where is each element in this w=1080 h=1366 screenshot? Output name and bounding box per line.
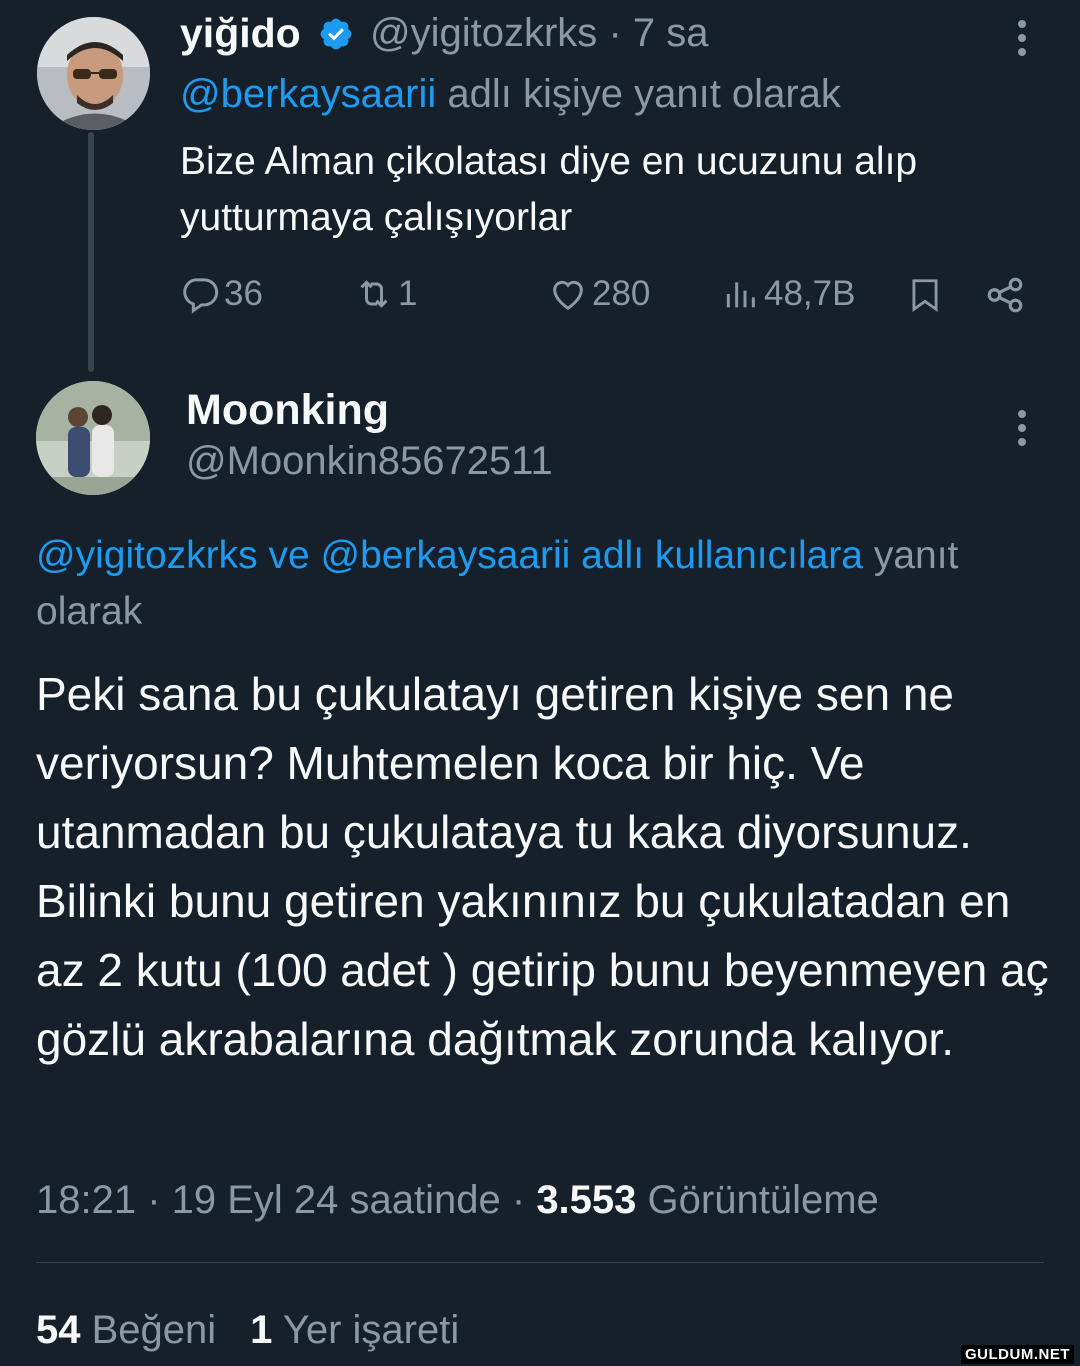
post-time: · 7 sa bbox=[608, 11, 709, 55]
view-count: 3.553 bbox=[536, 1178, 637, 1222]
reply-icon bbox=[183, 278, 219, 314]
share-icon[interactable] bbox=[984, 274, 1026, 316]
divider bbox=[36, 1262, 1044, 1263]
repost-count: 1 bbox=[398, 274, 418, 313]
mention-links[interactable]: @yigitozkrks ve @berkaysaarii adlı kulla… bbox=[36, 534, 863, 577]
author-handle[interactable]: @yigitozkrks bbox=[370, 11, 597, 55]
reply-context: @berkaysaarii adlı kişiye yanıt olarak bbox=[180, 70, 841, 118]
likes-stat[interactable]: 54 Beğeni bbox=[36, 1308, 216, 1352]
author-handle-time[interactable]: @yigitozkrks · 7 sa bbox=[370, 8, 708, 58]
tweet-meta: 18:21 · 19 Eyl 24 saatinde · 3.553 Görün… bbox=[36, 1170, 879, 1230]
bookmark-icon[interactable] bbox=[906, 274, 944, 316]
mention-link[interactable]: @berkaysaarii bbox=[180, 72, 436, 116]
likes-count: 54 bbox=[36, 1308, 81, 1352]
reply-context-text: adlı kişiye yanıt olarak bbox=[436, 72, 841, 116]
likes-label: Beğeni bbox=[80, 1308, 217, 1352]
more-icon[interactable] bbox=[1008, 18, 1036, 58]
views-count: 48,7B bbox=[764, 274, 856, 313]
like-icon bbox=[553, 280, 583, 310]
author-name[interactable]: Moonking bbox=[186, 384, 389, 436]
author-handle[interactable]: @Moonkin85672511 bbox=[186, 436, 553, 486]
views-icon bbox=[726, 282, 755, 308]
reply-count: 36 bbox=[224, 274, 263, 313]
author-name[interactable]: yiğido bbox=[180, 8, 301, 58]
reply-button[interactable]: 36 bbox=[180, 272, 263, 316]
more-icon[interactable] bbox=[1008, 408, 1036, 448]
avatar-yigido[interactable] bbox=[37, 17, 150, 130]
reply-context: @yigitozkrks ve @berkaysaarii adlı kulla… bbox=[36, 528, 1066, 640]
bookmarks-stat[interactable]: 1 Yer işareti bbox=[250, 1308, 459, 1352]
verified-badge-icon bbox=[320, 18, 352, 50]
like-count: 280 bbox=[592, 274, 651, 313]
thread-connector-line bbox=[88, 132, 94, 372]
tweet-text: Peki sana bu çukulatayı getiren kişiye s… bbox=[36, 668, 1049, 1065]
bookmarks-count: 1 bbox=[250, 1308, 273, 1352]
view-label: Görüntüleme bbox=[636, 1178, 879, 1222]
avatar-moonking[interactable] bbox=[36, 381, 150, 495]
watermark: GULDUM.NET bbox=[961, 1345, 1074, 1364]
views-button[interactable]: 48,7B bbox=[720, 272, 855, 316]
timestamp[interactable]: 18:21 · 19 Eyl 24 saatinde · bbox=[36, 1178, 536, 1222]
engagement-stats: 54 Beğeni 1 Yer işareti bbox=[36, 1300, 459, 1360]
bookmarks-label: Yer işareti bbox=[272, 1308, 460, 1352]
tweet-text: Bize Alman çikolatası diye en ucuzunu al… bbox=[180, 140, 918, 239]
repost-icon bbox=[360, 280, 388, 308]
repost-button[interactable]: 1 bbox=[354, 272, 417, 316]
like-button[interactable]: 280 bbox=[548, 272, 650, 316]
